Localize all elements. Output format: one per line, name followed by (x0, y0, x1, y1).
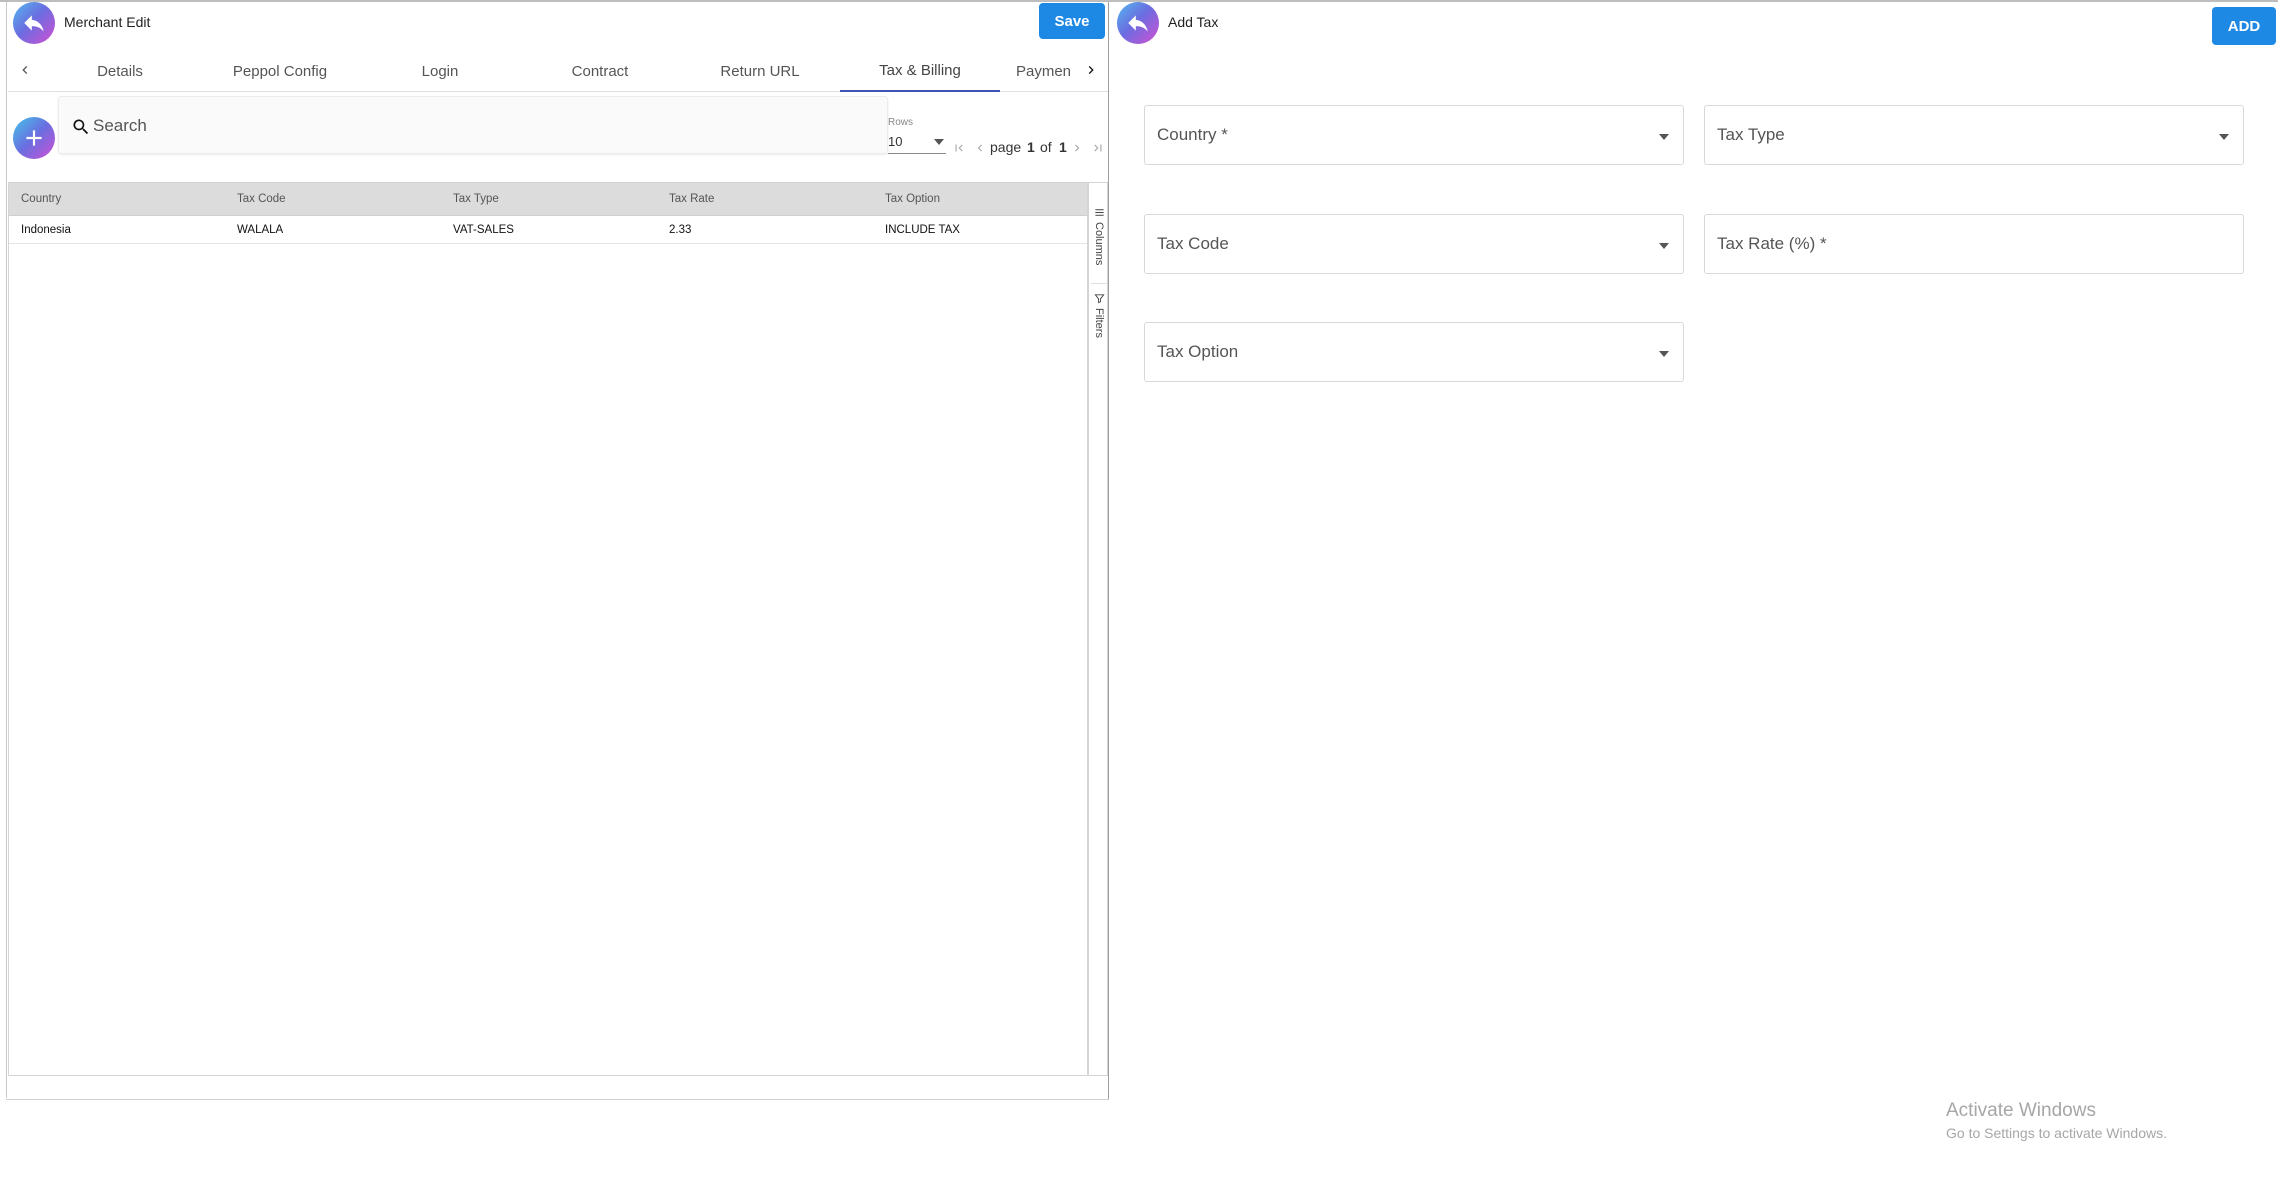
country-label: Country * (1157, 125, 1228, 144)
column-header-tax-type[interactable]: Tax Type (441, 183, 657, 215)
tab-details[interactable]: Details (40, 50, 200, 92)
first-page-button[interactable] (950, 139, 968, 157)
rows-label: Rows (888, 117, 914, 128)
columns-label: Columns (1093, 222, 1105, 266)
grid-header: Country Tax Code Tax Type Tax Rate Tax O… (9, 183, 1087, 216)
last-page-button[interactable] (1089, 139, 1107, 157)
dropdown-caret-icon (1659, 243, 1669, 249)
tabs-scroll-right[interactable] (1076, 50, 1106, 90)
filter-icon (1093, 294, 1105, 304)
search-box (58, 96, 888, 154)
tab-payment[interactable]: Payment (1000, 50, 1070, 92)
search-icon (73, 119, 89, 135)
total-pages: 1 (1059, 139, 1067, 155)
cell-tax-type: VAT-SALES (453, 223, 514, 236)
tax-code-select[interactable]: Tax Code (1144, 214, 1684, 274)
column-header-country[interactable]: Country (9, 183, 225, 215)
first-page-icon (955, 144, 963, 152)
merchant-edit-title: Merchant Edit (64, 14, 151, 30)
columns-icon (1094, 209, 1104, 216)
tab-return-url[interactable]: Return URL (680, 50, 840, 92)
columns-panel-button[interactable]: Columns (1089, 207, 1109, 265)
chevron-right-icon (1088, 66, 1094, 74)
tab-login[interactable]: Login (360, 50, 520, 92)
rows-per-page-value: 10 (888, 134, 903, 149)
add-button[interactable]: ADD (2212, 7, 2276, 45)
tax-rate-label: Tax Rate (%) * (1717, 234, 1827, 253)
merchant-tabs: Details Peppol Config Login Contract Ret… (8, 50, 1108, 92)
rows-per-page-select[interactable]: 10 (888, 132, 946, 154)
last-page-icon (1094, 144, 1102, 152)
save-button[interactable]: Save (1039, 3, 1105, 39)
watermark-line-2: Go to Settings to activate Windows. (1946, 1125, 2167, 1141)
tax-type-select[interactable]: Tax Type (1704, 105, 2244, 165)
panel-left-border (6, 2, 7, 1098)
add-tax-back-button[interactable] (1117, 2, 1159, 44)
search-input[interactable] (93, 110, 853, 142)
side-bar-divider (1091, 283, 1107, 284)
filters-panel-button[interactable]: Filters (1089, 293, 1109, 338)
cell-tax-option: INCLUDE TAX (885, 223, 960, 236)
cell-country: Indonesia (21, 223, 71, 236)
dropdown-caret-icon (2219, 134, 2229, 140)
filters-label: Filters (1093, 308, 1105, 338)
dropdown-caret-icon (1659, 134, 1669, 140)
table-row[interactable]: Indonesia WALALA VAT-SALES 2.33 INCLUDE … (9, 216, 1087, 244)
dropdown-caret-icon (934, 139, 944, 145)
column-header-tax-rate[interactable]: Tax Rate (657, 183, 873, 215)
tax-type-label: Tax Type (1717, 125, 1785, 144)
column-header-tax-code[interactable]: Tax Code (225, 183, 441, 215)
column-header-tax-option[interactable]: Tax Option (873, 183, 1087, 215)
add-tax-button[interactable] (13, 117, 55, 159)
plus-icon (26, 130, 42, 146)
chevron-left-icon (977, 144, 982, 152)
next-page-button[interactable] (1068, 139, 1086, 157)
tax-option-select[interactable]: Tax Option (1144, 322, 1684, 382)
prev-page-button[interactable] (971, 139, 989, 157)
watermark-line-1: Activate Windows (1946, 1100, 2096, 1121)
dropdown-caret-icon (1659, 351, 1669, 357)
tax-grid: Country Tax Code Tax Type Tax Rate Tax O… (8, 182, 1088, 1076)
tab-peppol-config[interactable]: Peppol Config (200, 50, 360, 92)
chevron-right-icon (1075, 144, 1080, 152)
tabs-scroll-left[interactable] (10, 50, 40, 90)
merchant-back-button[interactable] (13, 2, 55, 44)
tab-contract[interactable]: Contract (520, 50, 680, 92)
back-arrow-icon (24, 15, 44, 32)
chevron-left-icon (22, 66, 28, 74)
current-page: 1 (1027, 139, 1035, 155)
of-word: of (1040, 139, 1052, 155)
cell-tax-code: WALALA (237, 223, 284, 236)
tax-rate-input[interactable]: Tax Rate (%) * (1704, 214, 2244, 274)
add-tax-title: Add Tax (1168, 14, 1219, 30)
activate-windows-watermark: Activate Windows Go to Settings to activ… (1946, 1100, 2167, 1141)
panel-divider (1108, 2, 1109, 1100)
grid-side-bar: Columns Filters (1088, 182, 1108, 1076)
back-arrow-icon (1128, 15, 1148, 32)
page-word: page (990, 139, 1022, 155)
country-select[interactable]: Country * (1144, 105, 1684, 165)
panel-bottom-border (6, 1099, 1109, 1100)
tax-option-label: Tax Option (1157, 342, 1239, 361)
cell-tax-rate: 2.33 (669, 223, 692, 236)
tax-code-label: Tax Code (1157, 234, 1229, 253)
tab-tax-billing[interactable]: Tax & Billing (840, 50, 1000, 92)
